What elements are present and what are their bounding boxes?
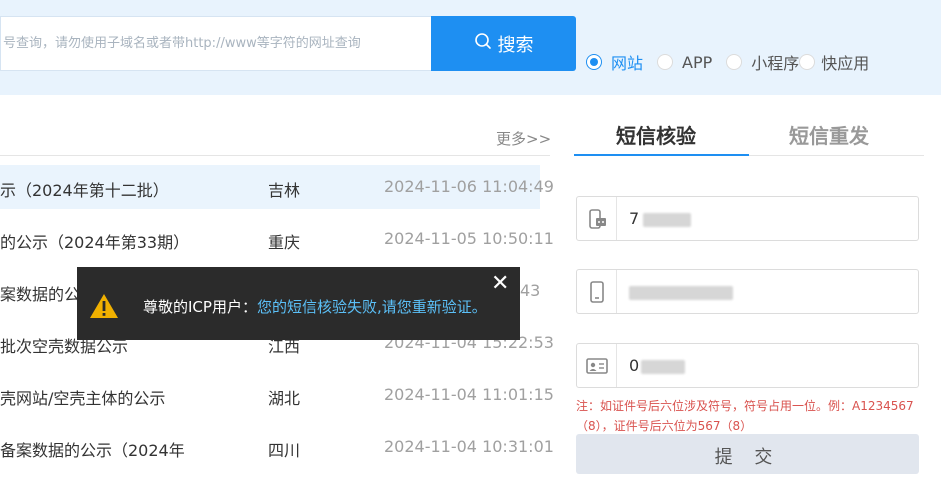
toast-message: 尊敬的ICP用户：您的短信核验失败,请您重新验证。: [143, 296, 487, 317]
list-item-province: 重庆: [268, 233, 301, 252]
list-item-title[interactable]: 示（2024年第十二批）: [0, 177, 169, 201]
list-item-province: 四川: [268, 441, 301, 460]
tab-sms-verify[interactable]: 短信核验: [616, 120, 696, 149]
list-item-title[interactable]: 的公示（2024年第33期）: [0, 229, 189, 253]
list-item[interactable]: 的公示（2024年第33期） 重庆 2024-11-05 10:50:11: [0, 217, 554, 261]
search-button[interactable]: 搜索: [431, 16, 576, 71]
error-toast: 尊敬的ICP用户：您的短信核验失败,请您重新验证。 ✕: [77, 267, 520, 340]
list-item-date: 2024-11-06 11:04:49: [384, 177, 554, 196]
app-type-radio-group: 网站 APP 小程序 快应用: [586, 50, 883, 74]
id-number-field[interactable]: 0: [576, 343, 919, 388]
submit-button[interactable]: 提 交: [576, 434, 919, 474]
toast-error-text: 您的短信核验失败,请您重新验证。: [256, 298, 487, 316]
list-item[interactable]: 示（2024年第十二批） 吉林 2024-11-06 11:04:49: [0, 165, 554, 209]
phone-card-icon: [577, 197, 617, 240]
list-item-title[interactable]: 壳网站/空壳主体的公示: [0, 385, 165, 409]
radio-mini-program[interactable]: 小程序: [726, 50, 799, 74]
list-item-date: 43: [520, 281, 541, 300]
radio-label: 网站: [611, 54, 644, 73]
warning-icon: [89, 293, 119, 323]
id-card-icon: [577, 344, 617, 387]
list-item[interactable]: 壳网站/空壳主体的公示 湖北 2024-11-04 11:01:15: [0, 373, 554, 417]
radio-dot: [726, 54, 743, 70]
radio-website[interactable]: 网站: [586, 50, 643, 74]
radio-dot: [657, 54, 674, 70]
radio-label: APP: [682, 52, 713, 72]
list-item-date: 2024-11-04 11:01:15: [384, 385, 554, 404]
list-item-date: 2024-11-05 10:50:11: [384, 229, 554, 248]
search-input[interactable]: 号查询，请勿使用子域名或者带http://www等字符的网址查询: [0, 16, 432, 71]
redacted-value: [629, 285, 733, 300]
list-item-title[interactable]: 备案数据的公示（2024年: [0, 437, 185, 461]
search-icon: [474, 32, 492, 55]
radio-label: 快应用: [821, 54, 870, 73]
list-item-date: 2024-11-04 10:31:01: [384, 437, 554, 456]
radio-label: 小程序: [751, 54, 800, 73]
more-link[interactable]: 更多>>: [496, 128, 551, 149]
radio-quick-app[interactable]: 快应用: [799, 50, 869, 74]
radio-app[interactable]: APP: [657, 53, 712, 72]
close-icon[interactable]: ✕: [491, 271, 509, 296]
redacted-value: [643, 212, 692, 227]
search-button-label: 搜索: [497, 34, 534, 56]
radio-dot: [586, 54, 602, 70]
redacted-value: [641, 359, 686, 374]
id-number-value: 0: [629, 356, 640, 375]
tab-active-indicator: [574, 154, 749, 156]
mobile-field[interactable]: [576, 269, 919, 314]
phone-number-field[interactable]: 7: [576, 196, 919, 241]
tab-sms-resend[interactable]: 短信重发: [789, 120, 869, 149]
phone-number-value: 7: [629, 209, 640, 228]
list-item-province: 吉林: [268, 181, 301, 200]
id-number-hint: 注：如证件号后六位涉及符号，符号占用一位。例：A1234567（8），证件号后六…: [576, 399, 914, 433]
mobile-phone-icon: [577, 270, 617, 313]
list-item[interactable]: 备案数据的公示（2024年 四川 2024-11-04 10:31:01: [0, 425, 554, 469]
radio-dot: [799, 54, 816, 70]
divider: [0, 155, 550, 156]
list-item-province: 湖北: [268, 389, 301, 408]
toast-prefix: 尊敬的ICP用户：: [143, 298, 257, 316]
